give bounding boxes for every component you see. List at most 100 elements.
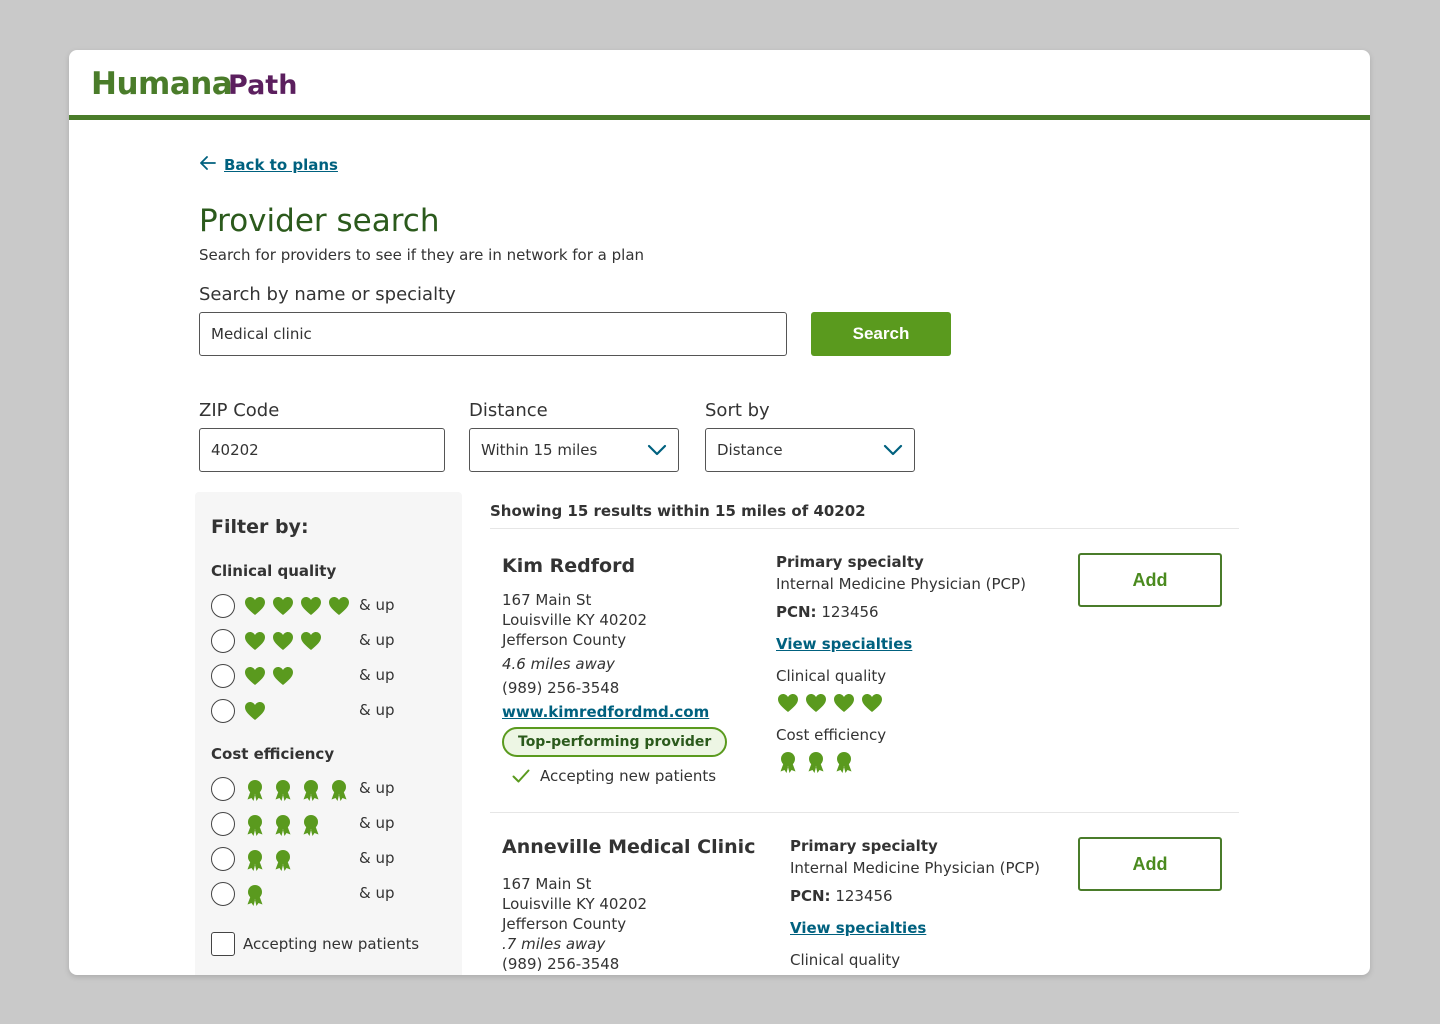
search-field[interactable] [199,312,787,356]
clinical-quality-label: Clinical quality [776,667,887,685]
rating-icons [244,596,350,616]
heart-icon [245,702,265,720]
provider-city: Louisville KY 40202 [502,895,648,913]
pcn-value: 123456 [821,603,879,621]
provider-phone: (989) 256-3548 [502,679,620,697]
page-title: Provider search [199,203,440,239]
and-up-label: & up [359,631,395,649]
chevron-down-icon [883,444,903,456]
cost-efficiency-label: Cost efficiency [776,726,887,744]
radio-button[interactable] [211,664,235,688]
zip-field[interactable] [199,428,445,472]
clinical-quality-rating [777,693,883,713]
provider-city: Louisville KY 40202 [502,611,648,629]
pcn-label: PCN: [790,887,831,905]
radio-button[interactable] [211,882,235,906]
cost-filter-option[interactable]: & up [211,812,451,838]
award-ribbon-icon [247,885,263,906]
award-ribbon-icon [331,780,347,801]
radio-button[interactable] [211,594,235,618]
provider-street: 167 Main St [502,875,592,893]
pcn-value: 123456 [835,887,893,905]
filter-panel: Filter by: Clinical quality & up & up & … [195,492,462,975]
award-ribbon-icon [303,780,319,801]
rating-icons [244,849,294,871]
heart-icon [301,632,321,650]
heart-icon [778,694,798,712]
top-performing-badge: Top-performing provider [502,727,728,757]
sort-select[interactable]: Distance [705,428,915,472]
results-summary: Showing 15 results within 15 miles of 40… [490,502,866,520]
filter-title: Filter by: [211,516,309,538]
cost-filter-option[interactable]: & up [211,777,451,803]
heart-icon [301,597,321,615]
view-specialties-link[interactable]: View specialties [790,919,926,937]
distance-select[interactable]: Within 15 miles [469,428,679,472]
distance-selected-value: Within 15 miles [481,441,598,459]
radio-button[interactable] [211,699,235,723]
search-input[interactable] [211,325,775,343]
and-up-label: & up [359,814,395,832]
award-ribbon-icon [247,850,263,871]
pcn-label: PCN: [776,603,817,621]
product-logo: Path [228,70,298,101]
search-button[interactable]: Search [811,312,951,356]
heart-icon [245,597,265,615]
pcn-line: PCN: 123456 [776,603,879,621]
provider-website-link[interactable]: www.kimredfordmd.com [502,703,709,721]
view-specialties-link[interactable]: View specialties [776,635,912,653]
accepting-patients-checkbox[interactable] [211,932,235,956]
clinical-filter-option[interactable]: & up [211,664,451,690]
sort-label: Sort by [705,400,770,421]
and-up-label: & up [359,701,395,719]
primary-specialty-value: Internal Medicine Physician (PCP) [790,859,1040,877]
back-to-plans-link[interactable]: Back to plans [200,155,338,175]
and-up-label: & up [359,666,395,684]
award-ribbon-icon [808,752,824,773]
rating-icons [244,884,266,906]
rating-icons [244,779,350,801]
provider-name[interactable]: Kim Redford [502,555,635,577]
and-up-label: & up [359,596,395,614]
cost-filter-option[interactable]: & up [211,882,451,908]
heart-icon [273,597,293,615]
add-provider-button[interactable]: Add [1078,837,1222,891]
radio-button[interactable] [211,847,235,871]
primary-specialty-label: Primary specialty [776,553,924,571]
clinical-filter-option[interactable]: & up [211,594,451,620]
back-link-label: Back to plans [224,156,338,174]
and-up-label: & up [359,779,395,797]
rating-icons [244,701,266,721]
brand-logo[interactable]: Humana [91,66,233,102]
heart-icon [862,694,882,712]
radio-button[interactable] [211,812,235,836]
and-up-label: & up [359,849,395,867]
divider [490,528,1239,529]
clinical-filter-option[interactable]: & up [211,699,451,725]
heart-icon [834,694,854,712]
add-provider-button[interactable]: Add [1078,553,1222,607]
heart-icon [329,597,349,615]
accepting-patients-label: Accepting new patients [243,935,420,953]
radio-button[interactable] [211,629,235,653]
award-ribbon-icon [275,815,291,836]
heart-icon [273,667,293,685]
rating-icons [244,631,322,651]
clinical-filter-option[interactable]: & up [211,629,451,655]
zip-input[interactable] [211,441,433,459]
sort-selected-value: Distance [717,441,783,459]
radio-button[interactable] [211,777,235,801]
cost-filter-option[interactable]: & up [211,847,451,873]
rating-icons [244,814,322,836]
arrow-left-icon [200,155,216,175]
checkmark-icon [512,769,530,783]
clinical-quality-label: Clinical quality [790,951,901,969]
provider-name[interactable]: Anneville Medical Clinic [502,836,755,858]
heart-icon [806,694,826,712]
award-ribbon-icon [780,752,796,773]
award-ribbon-icon [247,815,263,836]
award-ribbon-icon [303,815,319,836]
cost-efficiency-rating [777,751,855,773]
accepting-patients-filter[interactable]: Accepting new patients [211,932,419,956]
provider-distance: 4.6 miles away [502,655,615,673]
